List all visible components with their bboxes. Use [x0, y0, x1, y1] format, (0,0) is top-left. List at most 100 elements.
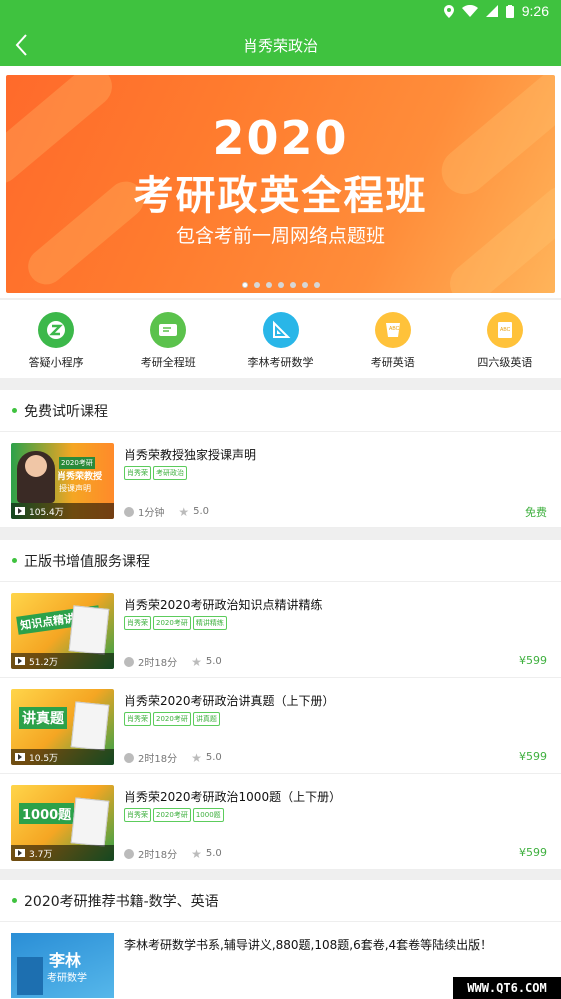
thumb-caption: 肖秀荣教授	[57, 472, 103, 482]
star-icon: ★	[191, 846, 202, 861]
svg-text:ABC: ABC	[389, 326, 400, 332]
view-count: 10.5万	[11, 749, 114, 765]
course-row[interactable]: 讲真题 10.5万 肖秀荣2020考研政治讲真题（上下册） 肖秀荣 2020考研…	[0, 678, 561, 774]
cover-subtitle: 考研数学	[47, 973, 87, 984]
quick-item-label: 四六级英语	[477, 356, 533, 369]
quick-item-label: 李林考研数学	[247, 356, 314, 369]
section-dot	[12, 408, 17, 413]
course-rating: 5.0	[193, 506, 210, 517]
course-price: ¥599	[519, 750, 547, 763]
quick-item-label: 考研全程班	[140, 356, 196, 369]
carousel-dot[interactable]	[289, 282, 296, 288]
course-meta: 2时18分 ★ 5.0	[124, 846, 222, 861]
view-count: 3.7万	[11, 845, 114, 861]
course-tags: 肖秀荣 2020考研 讲真题	[124, 712, 220, 726]
promo-banner[interactable]: 2020 考研政英全程班 包含考前一周网络点题班	[6, 75, 555, 293]
course-title: 肖秀荣2020考研政治知识点精讲精练	[124, 598, 323, 612]
page-title: 肖秀荣政治	[242, 37, 318, 55]
course-row[interactable]: 1000题 3.7万 肖秀荣2020考研政治1000题（上下册） 肖秀荣 202…	[0, 774, 561, 870]
tag: 肖秀荣	[124, 712, 151, 726]
course-title: 肖秀荣2020考研政治讲真题（上下册）	[124, 694, 335, 708]
cover-title: 讲真题	[19, 707, 67, 729]
section-header: 2020考研推荐书籍-数学、英语	[0, 880, 561, 922]
section-dot	[12, 898, 17, 903]
section-dot	[12, 558, 17, 563]
quick-entries: 答疑小程序 考研全程班 李林考研数学 ABC 考研英语 ABC 四六级英语	[0, 300, 561, 378]
location-icon	[443, 4, 454, 18]
course-meta: 1分钟 ★ 5.0	[124, 504, 209, 519]
section-title: 2020考研推荐书籍-数学、英语	[24, 893, 219, 910]
tag: 考研政治	[153, 466, 187, 480]
watermark: WWW.QT6.COM	[453, 977, 561, 999]
course-title: 肖秀荣教授独家授课声明	[124, 448, 257, 462]
banner-container: 2020 考研政英全程班 包含考前一周网络点题班	[0, 66, 561, 298]
banner-subtitle: 包含考前一周网络点题班	[175, 225, 385, 247]
book-course-section: 正版书增值服务课程 知识点精讲精练 51.2万 肖秀荣2020考研政治知识点精讲…	[0, 540, 561, 870]
carousel-dots	[0, 282, 561, 288]
course-meta: 2时18分 ★ 5.0	[124, 654, 222, 669]
tag: 精讲精练	[192, 616, 227, 630]
carousel-dot[interactable]	[241, 282, 248, 288]
section-title: 正版书增值服务课程	[24, 553, 150, 570]
course-duration: 2时18分	[138, 754, 178, 765]
section-header: 正版书增值服务课程	[0, 540, 561, 582]
tag: 肖秀荣	[124, 616, 151, 630]
star-icon: ★	[191, 750, 202, 765]
course-thumbnail: 知识点精讲精练 51.2万	[11, 593, 114, 669]
carousel-dot[interactable]	[313, 282, 320, 288]
cover-title: 1000题	[19, 803, 75, 824]
course-duration: 2时18分	[138, 850, 178, 861]
abc-book-icon: ABC	[486, 312, 523, 348]
carousel-dot[interactable]	[253, 282, 260, 288]
status-bar: 9:26	[0, 0, 561, 24]
quick-item-fullcourse[interactable]: 考研全程班	[112, 300, 224, 378]
banner-course: 考研政英全程班	[133, 173, 428, 219]
tag: 2020考研	[153, 616, 191, 630]
course-row[interactable]: 知识点精讲精练 51.2万 肖秀荣2020考研政治知识点精讲精练 肖秀荣 202…	[0, 582, 561, 678]
view-count: 51.2万	[11, 653, 114, 669]
section-header: 免费试听课程	[0, 390, 561, 432]
quick-item-math[interactable]: 李林考研数学	[224, 300, 336, 378]
book-cover: 李林 考研数学	[11, 933, 114, 998]
clock-icon	[124, 506, 134, 517]
free-course-section: 免费试听课程 2020考研 肖秀荣教授 授课声明 105.4万 肖秀荣教授独家授…	[0, 390, 561, 528]
carousel-dot[interactable]	[301, 282, 308, 288]
course-thumbnail: 2020考研 肖秀荣教授 授课声明 105.4万	[11, 443, 114, 519]
clock-icon	[124, 656, 134, 667]
book-description: 李林考研数学书系,辅导讲义,880题,108题,6套卷,4套卷等陆续出版！	[124, 938, 493, 952]
status-time: 9:26	[521, 3, 549, 19]
abc-icon: ABC	[374, 312, 411, 348]
course-thumbnail: 讲真题 10.5万	[11, 689, 114, 765]
quick-item-english[interactable]: ABC 考研英语	[337, 300, 449, 378]
quick-item-qa[interactable]: 答疑小程序	[0, 300, 112, 378]
play-icon	[15, 507, 25, 515]
course-meta: 2时18分 ★ 5.0	[124, 750, 222, 765]
carousel-dot[interactable]	[265, 282, 272, 288]
play-icon	[15, 753, 25, 761]
course-duration: 1分钟	[138, 508, 165, 519]
tag: 讲真题	[192, 712, 220, 726]
course-tags: 肖秀荣 2020考研 精讲精练	[124, 616, 227, 630]
star-icon: ★	[191, 654, 202, 669]
ruler-icon	[262, 312, 299, 348]
banner-year: 2020	[212, 111, 349, 165]
course-row[interactable]: 2020考研 肖秀荣教授 授课声明 105.4万 肖秀荣教授独家授课声明 肖秀荣…	[0, 432, 561, 528]
course-tags: 肖秀荣 2020考研 1000题	[124, 808, 224, 822]
thumb-caption: 授课声明	[59, 484, 91, 493]
course-price: ¥599	[519, 654, 547, 667]
tag: 2020考研	[153, 808, 191, 822]
carousel-dot[interactable]	[277, 282, 284, 288]
z-icon	[38, 312, 75, 348]
ticket-icon	[150, 312, 187, 348]
clock-icon	[124, 752, 134, 763]
course-rating: 5.0	[205, 752, 222, 763]
quick-item-label: 考研英语	[370, 356, 415, 369]
app-bar: 肖秀荣政治	[0, 24, 561, 66]
svg-text:ABC: ABC	[500, 327, 511, 333]
quick-item-cet[interactable]: ABC 四六级英语	[449, 300, 561, 378]
play-icon	[15, 657, 25, 665]
battery-icon	[505, 4, 514, 18]
tag: 1000题	[192, 808, 224, 822]
quick-item-label: 答疑小程序	[28, 356, 84, 369]
signal-icon	[485, 5, 498, 17]
